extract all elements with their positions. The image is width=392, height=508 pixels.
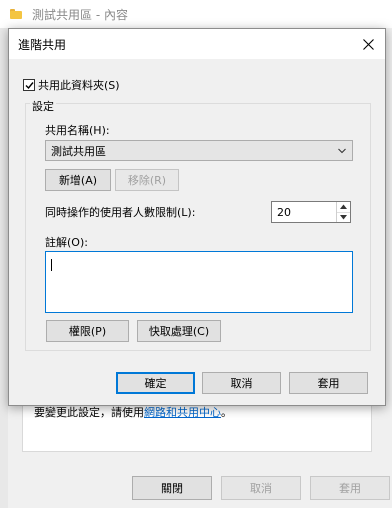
properties-apply-button[interactable]: 套用 (310, 476, 390, 500)
properties-title-bar: 測試共用區 - 內容 (0, 0, 392, 28)
checkmark-icon (25, 81, 34, 89)
ok-button[interactable]: 確定 (116, 372, 195, 394)
remove-button[interactable]: 移除(R) (115, 169, 179, 191)
settings-legend: 設定 (30, 98, 56, 114)
folder-icon (10, 9, 22, 19)
note-text: 要變更此設定，請使用 (34, 406, 144, 419)
comments-field[interactable] (45, 251, 353, 313)
caching-button[interactable]: 快取處理(C) (137, 320, 221, 342)
close-button[interactable]: 關閉 (132, 476, 212, 500)
checkbox-box[interactable] (23, 79, 35, 91)
user-limit-spinner[interactable]: 20 (271, 201, 351, 223)
comments-label: 註解(O): (45, 236, 88, 249)
spin-down-icon[interactable] (337, 213, 350, 223)
permissions-button[interactable]: 權限(P) (46, 320, 129, 342)
share-name-label: 共用名稱(H): (45, 124, 110, 137)
user-limit-value[interactable]: 20 (272, 206, 336, 219)
text-caret (51, 259, 52, 271)
network-center-note: 要變更此設定，請使用網路和共用中心。 (34, 404, 232, 420)
apply-button[interactable]: 套用 (289, 372, 368, 394)
network-sharing-center-link[interactable]: 網路和共用中心 (144, 406, 221, 419)
advanced-sharing-dialog: 進階共用 共用此資料夾(S) 設定 共用名稱(H): 測試共用區 新增(A) 移… (8, 28, 386, 406)
properties-cancel-button[interactable]: 取消 (221, 476, 301, 500)
spin-up-icon[interactable] (337, 202, 350, 213)
note-suffix: 。 (221, 406, 232, 419)
share-name-dropdown[interactable]: 測試共用區 (45, 140, 353, 161)
chevron-down-icon (338, 148, 346, 154)
dialog-title-bar: 進階共用 (9, 29, 385, 59)
add-button[interactable]: 新增(A) (45, 169, 111, 191)
close-icon[interactable] (351, 29, 385, 59)
spinner-arrows (336, 202, 350, 222)
dialog-title: 進階共用 (18, 37, 67, 52)
properties-window-title: 測試共用區 - 內容 (32, 7, 128, 22)
share-name-value: 測試共用區 (51, 144, 106, 158)
user-limit-label: 同時操作的使用者人數限制(L): (45, 206, 196, 219)
share-folder-checkbox[interactable]: 共用此資料夾(S) (23, 77, 120, 93)
share-folder-label: 共用此資料夾(S) (38, 79, 120, 92)
window-edge (0, 28, 8, 508)
cancel-button[interactable]: 取消 (202, 372, 281, 394)
